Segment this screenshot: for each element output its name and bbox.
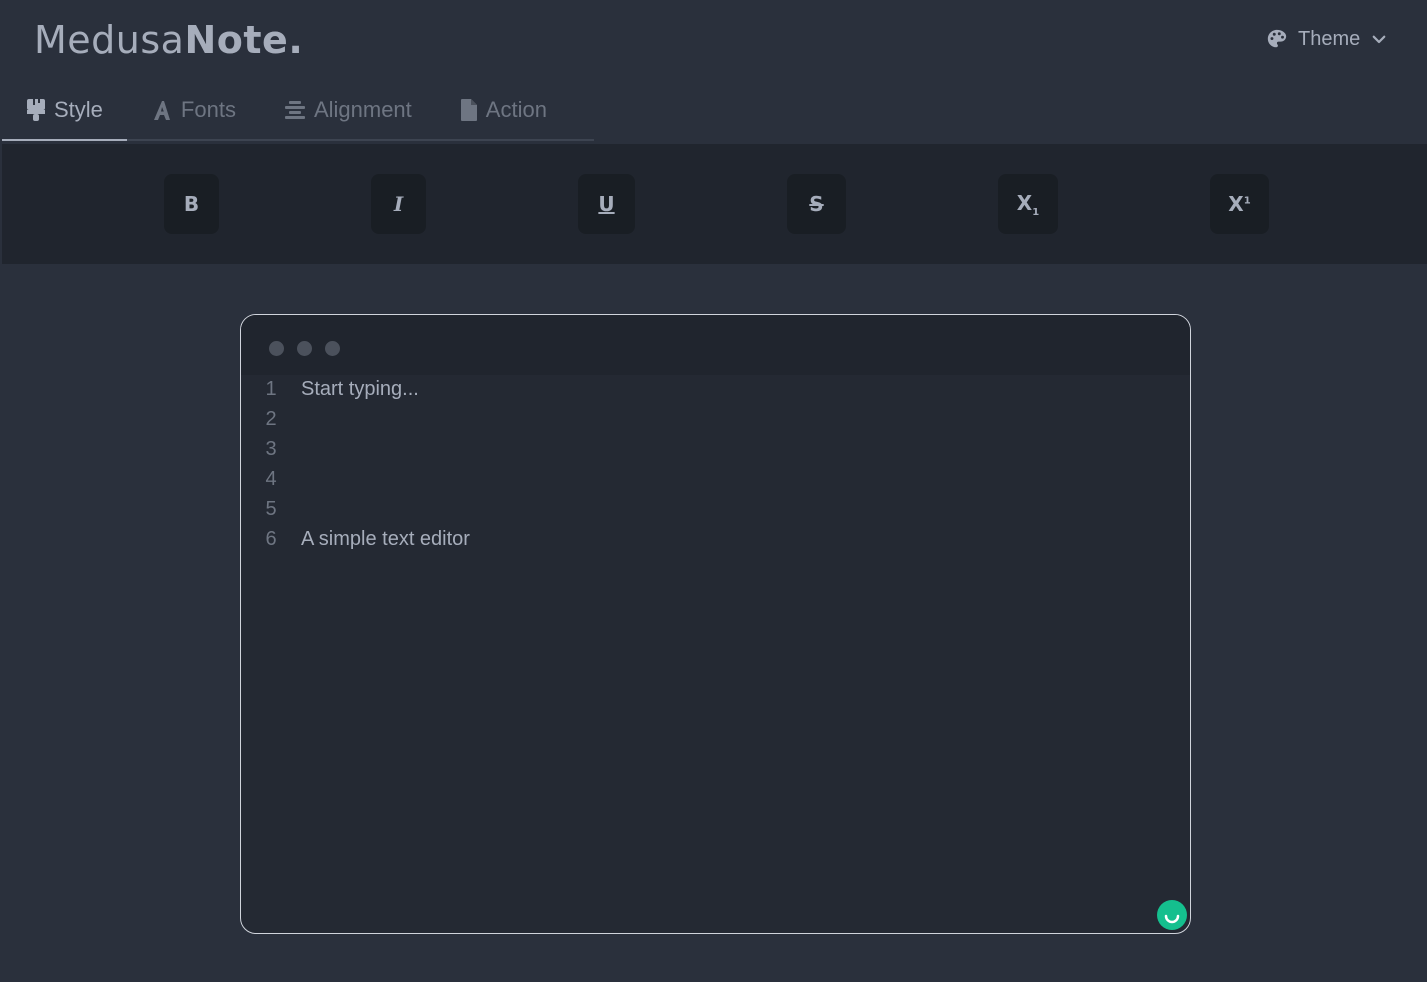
subscript-icon: X1 (1017, 191, 1039, 218)
line-number: 1 (265, 378, 277, 400)
superscript-button[interactable]: X1 (1210, 174, 1269, 234)
theme-label: Theme (1298, 27, 1361, 50)
editor-line: 3 (241, 435, 1190, 465)
editor-line: 1 Start typing... (241, 375, 1190, 405)
superscript-mark: 1 (1243, 195, 1251, 207)
strikethrough-button[interactable]: S (787, 174, 846, 234)
subscript-button[interactable]: X1 (998, 174, 1058, 234)
line-number: 4 (265, 468, 277, 490)
editor-line: 2 (241, 405, 1190, 435)
file-icon (460, 98, 478, 122)
logo-light-text: Medusa (34, 18, 185, 62)
underline-icon: U (598, 192, 615, 216)
align-center-icon (284, 99, 306, 121)
line-text[interactable]: A simple text editor (301, 528, 470, 551)
tab-bar: Style Fonts Alignment Action (2, 80, 594, 141)
tab-label: Fonts (180, 96, 236, 122)
palette-icon (1266, 28, 1288, 50)
tab-fonts[interactable]: Fonts (127, 80, 260, 139)
font-icon (151, 99, 173, 121)
line-number: 5 (265, 498, 277, 520)
brush-icon (26, 98, 46, 122)
tab-style[interactable]: Style (2, 80, 127, 141)
strikethrough-icon: S (809, 192, 824, 216)
editor-line: 6 A simple text editor (241, 525, 1190, 555)
editor-title-bar (241, 315, 1190, 375)
italic-icon: I (393, 192, 404, 216)
underline-button[interactable]: U (578, 174, 635, 234)
chevron-down-icon (1370, 30, 1388, 48)
line-number: 6 (265, 528, 277, 550)
superscript-icon: X1 (1228, 192, 1250, 216)
tab-label: Alignment (313, 96, 412, 122)
formatting-toolbar: B I U S X1 X1 (2, 144, 1427, 264)
tab-alignment[interactable]: Alignment (260, 80, 436, 139)
bold-button[interactable]: B (164, 174, 219, 234)
window-dot-icon (325, 341, 340, 356)
subscript-mark: 1 (1032, 206, 1040, 218)
window-dot-icon (269, 341, 284, 356)
subscript-base: X (1016, 190, 1033, 215)
editor-window: 1 Start typing... 2 3 4 5 6 A simple tex… (240, 314, 1191, 934)
editor-line: 5 (241, 495, 1190, 525)
theme-dropdown-button[interactable]: Theme (1266, 22, 1388, 56)
editor-text-area[interactable]: 1 Start typing... 2 3 4 5 6 A simple tex… (241, 375, 1190, 555)
app-header: MedusaNote. Theme (0, 0, 1427, 80)
superscript-base: X (1228, 192, 1244, 216)
tab-label: Action (485, 96, 547, 122)
italic-button[interactable]: I (371, 174, 426, 234)
line-text[interactable]: Start typing... (301, 378, 419, 401)
tab-label: Style (54, 96, 103, 122)
app-logo: MedusaNote. (34, 18, 303, 62)
line-number: 2 (265, 408, 277, 430)
bold-icon: B (183, 192, 200, 216)
editor-line: 4 (241, 465, 1190, 495)
logo-bold-text: Note. (184, 18, 304, 62)
window-dot-icon (297, 341, 312, 356)
tab-action[interactable]: Action (436, 80, 571, 139)
line-number: 3 (265, 438, 277, 460)
grammar-check-icon[interactable] (1157, 900, 1187, 930)
